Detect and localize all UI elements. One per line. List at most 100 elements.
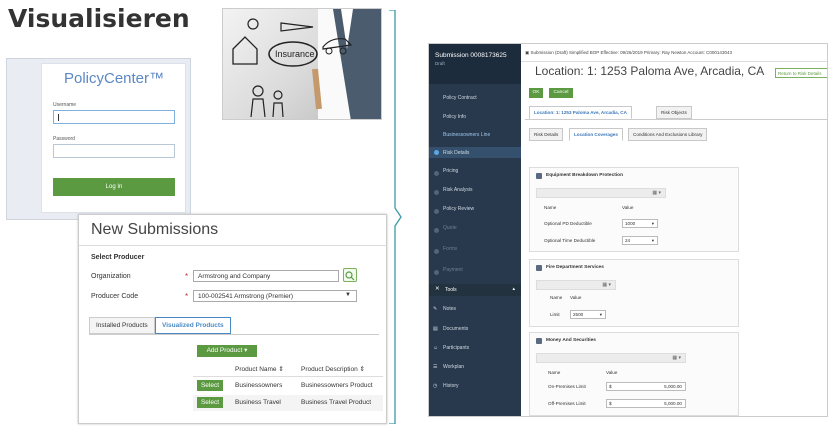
checkbox-checked-icon[interactable]	[536, 265, 542, 271]
ok-button[interactable]: OK	[529, 88, 543, 98]
currency-prefix: $	[609, 401, 612, 406]
limit-select[interactable]: 2500 ▾	[570, 310, 606, 319]
new-submissions-title: New Submissions	[91, 221, 219, 238]
participants-icon: ☺	[433, 345, 439, 351]
tab-risk-details[interactable]: Risk Details	[529, 128, 564, 141]
sidebar-item-policy-review[interactable]: Policy Review	[429, 206, 521, 214]
tab-conditions-exclusions[interactable]: Conditions And Exclusions Library	[628, 128, 708, 141]
row-label: Off-Premises Limit	[548, 401, 586, 406]
tab-divider	[525, 119, 827, 120]
producer-code-value: 100-002541 Armstrong (Premier)	[198, 293, 294, 300]
row-label: Limit	[550, 312, 560, 317]
tool-workplan[interactable]: ☰ Workplan	[429, 364, 521, 370]
grid-icon: ▦ ▾	[672, 355, 681, 361]
tool-participants[interactable]: ☺ Participants	[429, 345, 521, 351]
cancel-button[interactable]: Cancel	[549, 88, 573, 98]
divider	[79, 245, 386, 246]
search-organization-button[interactable]	[343, 268, 357, 282]
tools-header[interactable]: ✕ Tools ▴	[429, 284, 521, 296]
grid-icon: ▦ ▾	[602, 282, 611, 288]
coverage-fire-department: Fire Department Services ▦ ▾ Name Value …	[529, 259, 739, 327]
tool-documents[interactable]: ▤ Documents	[429, 326, 521, 332]
row-label: Optional PD Deductible	[544, 221, 592, 226]
tab-installed-products[interactable]: Installed Products	[89, 317, 155, 334]
sidebar-item-policy-contract[interactable]: Policy Contract	[429, 95, 521, 101]
on-premises-limit-input[interactable]: $5,000.00	[606, 382, 686, 391]
notes-icon: ✎	[433, 306, 438, 312]
sidebar-item-risk-analysis[interactable]: Risk Analysis	[429, 187, 521, 195]
info-bar: ▣ Submission (Draft) Simplified BOP Effe…	[521, 44, 827, 62]
column-picker[interactable]: ▦ ▾	[536, 353, 686, 363]
checkbox-checked-icon[interactable]	[536, 173, 542, 179]
column-picker[interactable]: ▦ ▾	[536, 280, 616, 290]
password-label: Password	[53, 136, 75, 142]
checkbox-checked-icon[interactable]	[536, 338, 542, 344]
sidebar-item-quote[interactable]: Quote	[429, 225, 521, 233]
chevron-up-icon: ▴	[512, 286, 515, 292]
organization-field[interactable]: Armstrong and Company	[193, 270, 339, 282]
tab-location-coverages[interactable]: Location Coverages	[569, 128, 623, 141]
product-name: Businessowners	[235, 382, 283, 389]
product-name: Business Travel	[235, 399, 281, 406]
search-icon	[345, 271, 355, 281]
sidebar-item-businessowners-line[interactable]: Businessowners Line	[429, 132, 521, 138]
sidebar-item-policy-info[interactable]: Policy Info	[429, 114, 521, 120]
login-button[interactable]: Log In	[53, 178, 175, 196]
table-row: Select Business Travel Business Travel P…	[193, 395, 383, 411]
sidebar-item-pricing[interactable]: Pricing	[429, 168, 521, 176]
insurance-illustration: Insurance	[222, 8, 382, 120]
tab-divider	[89, 334, 379, 335]
grid-icon: ▦ ▾	[652, 190, 661, 196]
select-value: 2500	[573, 312, 584, 317]
submission-header: Submission 0008173625 Draft	[429, 44, 521, 84]
close-icon: ✕	[435, 286, 440, 292]
login-form: PolicyCenter™ Username Password Log In	[41, 63, 186, 213]
tool-history[interactable]: ◷ History	[429, 383, 521, 389]
location-title: Location: 1: 1253 Paloma Ave, Arcadia, C…	[535, 64, 765, 78]
tool-label: Participants	[443, 345, 470, 351]
select-button[interactable]: Select	[197, 397, 223, 408]
insurance-sketch-icon: Insurance	[232, 9, 381, 119]
amount-value: 5,000.00	[664, 401, 682, 406]
submission-number: Submission 0008173625	[435, 52, 507, 59]
username-input[interactable]	[53, 110, 175, 124]
tool-notes[interactable]: ✎ Notes	[429, 306, 521, 312]
required-marker: *	[185, 292, 189, 301]
tab-location[interactable]: Location: 1: 1253 Paloma Ave, Arcadia, C…	[529, 106, 632, 119]
coverage-money-securities: Money And Securities ▦ ▾ Name Value On-P…	[529, 332, 739, 416]
select-button[interactable]: Select	[197, 380, 223, 391]
deductible-select[interactable]: 1000 ▾	[622, 219, 658, 228]
coverage-equipment-breakdown: Equipment Breakdown Protection ▦ ▾ Name …	[529, 167, 739, 252]
tools-label: Tools	[445, 287, 457, 293]
tool-label: Notes	[443, 306, 457, 312]
off-premises-limit-input[interactable]: $5,000.00	[606, 399, 686, 408]
row-label: On-Premises Limit	[548, 384, 586, 389]
tab-visualized-products[interactable]: Visualized Products	[155, 317, 231, 334]
producer-code-select[interactable]: 100-002541 Armstrong (Premier) ▼	[193, 290, 357, 302]
chevron-down-icon: ▼	[345, 292, 351, 298]
tab-risk-objects[interactable]: Risk Objects	[656, 106, 692, 119]
return-to-risk-details-button[interactable]: Return to Risk Details	[775, 68, 827, 78]
column-picker[interactable]: ▦ ▾	[536, 188, 666, 198]
column-value: Value	[606, 370, 618, 375]
submission-status: Draft	[435, 61, 445, 66]
page-title: Visualisieren	[8, 4, 190, 33]
deductible-select[interactable]: 24 ▾	[622, 236, 658, 245]
product-description: Businessowners Product	[301, 382, 373, 389]
column-name: Name	[550, 295, 563, 300]
add-product-button[interactable]: Add Product ▾	[197, 345, 257, 357]
sidebar-item-risk-details[interactable]: Risk Details	[429, 147, 521, 158]
column-product-description[interactable]: Product Description ⇕	[301, 365, 365, 373]
column-product-name[interactable]: Product Name ⇕	[235, 365, 284, 373]
history-icon: ◷	[433, 383, 438, 389]
sidebar-item-payment[interactable]: Payment	[429, 267, 521, 275]
tool-label: Workplan	[443, 364, 465, 370]
product-description: Business Travel Product	[301, 399, 372, 406]
chevron-down-icon: ▾	[599, 312, 602, 317]
password-input[interactable]	[53, 144, 175, 158]
policycenter-logo: PolicyCenter™	[63, 70, 165, 87]
coverage-title: Equipment Breakdown Protection	[546, 173, 624, 178]
table-row: Select Businessowners Businessowners Pro…	[193, 378, 383, 394]
sidebar-item-forms[interactable]: Forms	[429, 246, 521, 254]
svg-text:Insurance: Insurance	[275, 49, 315, 59]
